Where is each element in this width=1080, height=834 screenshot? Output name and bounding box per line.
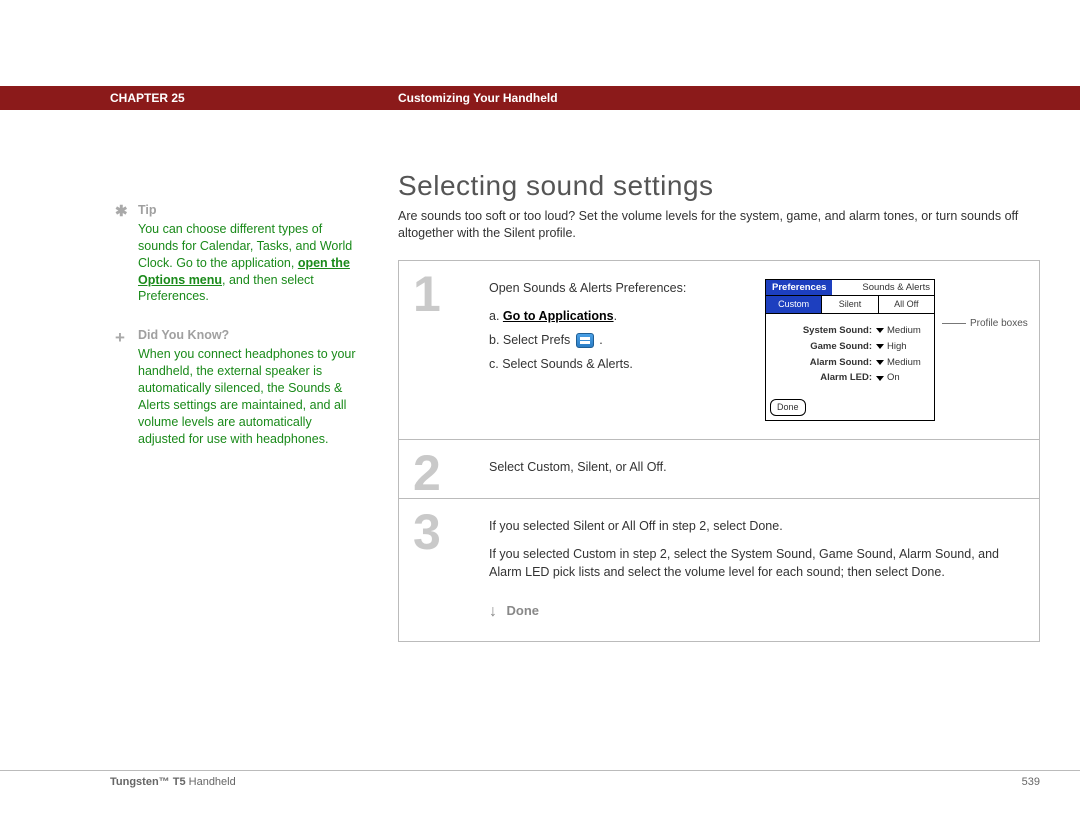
step1-b: b. Select Prefs . <box>489 331 729 349</box>
profile-boxes-callout: Profile boxes <box>942 317 1032 332</box>
tip-body: You can choose different types of sounds… <box>138 221 360 305</box>
step-number: 1 <box>399 261 489 439</box>
down-arrow-icon: ↓ <box>489 603 497 620</box>
product-rest: Handheld <box>186 776 236 788</box>
mini-rows: System Sound: Medium Game Sound: High Alar… <box>766 314 934 393</box>
sidebar: ✱ Tip You can choose different types of … <box>110 202 360 469</box>
asterisk-icon: ✱ <box>115 202 128 222</box>
intro-text: Are sounds too soft or too loud? Set the… <box>398 208 1038 242</box>
step-2-body: Select Custom, Silent, or All Off. <box>489 440 1039 498</box>
preferences-screenshot: Preferences Sounds & Alerts Custom Silen… <box>765 279 935 421</box>
step1-c: c. Select Sounds & Alerts. <box>489 355 729 373</box>
profile-tabs: Custom Silent All Off <box>766 296 934 314</box>
product-name: Tungsten™ T5 Handheld <box>110 776 236 788</box>
step1-lead: Open Sounds & Alerts Preferences: <box>489 279 729 297</box>
step1-a-suffix: . <box>614 309 617 323</box>
page-number: 539 <box>1022 776 1040 788</box>
row-key: System Sound: <box>784 324 872 338</box>
step1-a: a. Go to Applications. <box>489 307 729 325</box>
tip-block: ✱ Tip You can choose different types of … <box>110 202 360 305</box>
row-key: Alarm Sound: <box>784 356 872 370</box>
row-val: Medium <box>887 356 921 370</box>
step2-text: Select Custom, Silent, or All Off. <box>489 458 1023 476</box>
tip-label: Tip <box>138 202 360 219</box>
product-bold: Tungsten™ T5 <box>110 776 186 788</box>
chapter-header: CHAPTER 25 Customizing Your Handheld <box>0 86 1080 110</box>
chevron-down-icon <box>876 376 884 381</box>
steps-table: 1 Open Sounds & Alerts Preferences: a. G… <box>398 260 1040 642</box>
step1-b-prefix: b. Select Prefs <box>489 333 574 347</box>
step3-p1: If you selected Silent or All Off in ste… <box>489 517 1023 535</box>
row-val: High <box>887 340 907 354</box>
prefs-app-icon <box>576 333 594 348</box>
chevron-down-icon <box>876 360 884 365</box>
plus-icon: + <box>115 327 125 350</box>
mini-done-button[interactable]: Done <box>770 399 806 416</box>
step-3-body: If you selected Silent or All Off in ste… <box>489 499 1039 641</box>
step1-a-prefix: a. <box>489 309 503 323</box>
system-sound-picklist[interactable]: Medium <box>876 324 928 338</box>
row-key: Game Sound: <box>784 340 872 354</box>
chapter-title: Customizing Your Handheld <box>398 91 558 105</box>
mini-title-left: Preferences <box>766 280 832 295</box>
alarm-led-picklist[interactable]: On <box>876 371 928 385</box>
mini-titlebar: Preferences Sounds & Alerts <box>766 280 934 296</box>
tab-silent[interactable]: Silent <box>822 296 878 313</box>
step-row-2: 2 Select Custom, Silent, or All Off. <box>399 439 1039 498</box>
tab-all-off[interactable]: All Off <box>879 296 934 313</box>
row-val: Medium <box>887 324 921 338</box>
step3-p2: If you selected Custom in step 2, select… <box>489 545 1023 581</box>
chapter-label: CHAPTER 25 <box>110 91 185 105</box>
page-title: Selecting sound settings <box>398 170 714 202</box>
alarm-sound-picklist[interactable]: Medium <box>876 356 928 370</box>
go-to-applications-link[interactable]: Go to Applications <box>503 309 614 323</box>
row-key: Alarm LED: <box>784 371 872 385</box>
step-number: 3 <box>399 499 489 641</box>
step-row-3: 3 If you selected Silent or All Off in s… <box>399 498 1039 641</box>
mini-title-right: Sounds & Alerts <box>862 281 934 295</box>
chevron-down-icon <box>876 328 884 333</box>
chevron-down-icon <box>876 344 884 349</box>
tab-custom[interactable]: Custom <box>766 296 822 313</box>
done-label: Done <box>506 603 539 618</box>
game-sound-picklist[interactable]: High <box>876 340 928 354</box>
step-number: 2 <box>399 440 489 498</box>
row-val: On <box>887 371 900 385</box>
done-row: ↓ Done <box>489 592 1023 623</box>
did-you-know-block: + Did You Know? When you connect headpho… <box>110 327 360 447</box>
step-1-body: Open Sounds & Alerts Preferences: a. Go … <box>489 261 1039 439</box>
dyk-body: When you connect headphones to your hand… <box>138 346 360 447</box>
step1-b-suffix: . <box>596 333 603 347</box>
dyk-label: Did You Know? <box>138 327 360 344</box>
step-row-1: 1 Open Sounds & Alerts Preferences: a. G… <box>399 261 1039 439</box>
page-footer: Tungsten™ T5 Handheld 539 <box>0 770 1080 788</box>
